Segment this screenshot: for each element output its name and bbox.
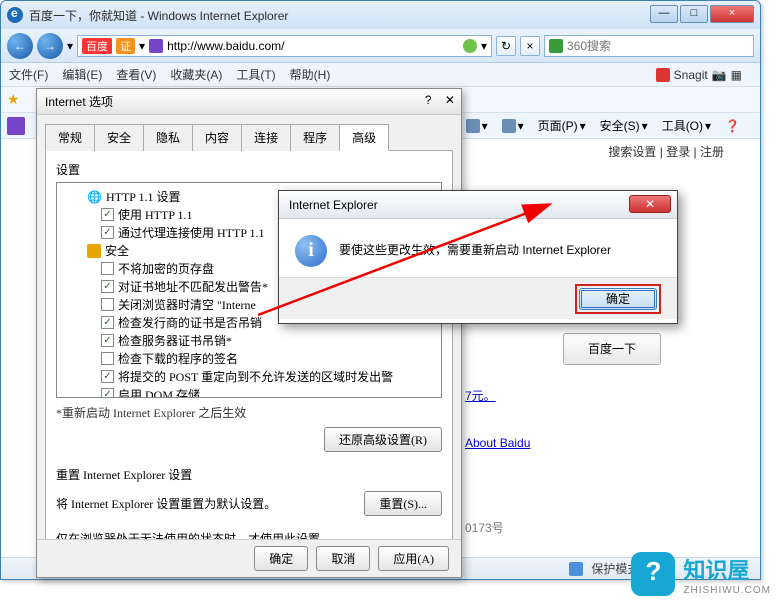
messagebox-text: 要使这些更改生效，需要重新启动 Internet Explorer — [339, 235, 611, 258]
max-button[interactable]: □ — [680, 5, 708, 23]
tab-baidu[interactable] — [7, 117, 25, 135]
page-menu[interactable]: 页面(P) ▾ — [534, 115, 590, 136]
forward-button[interactable]: → — [37, 33, 63, 59]
menubar: 文件(F) 编辑(E) 查看(V) 收藏夹(A) 工具(T) 帮助(H) Sna… — [1, 63, 760, 87]
checkbox[interactable] — [101, 352, 114, 365]
apply-button[interactable]: 应用(A) — [378, 546, 449, 571]
cancel-button[interactable]: 取消 — [316, 546, 370, 571]
checkbox[interactable]: ✓ — [101, 226, 114, 239]
dialog-tabs: 常规 安全 隐私 内容 连接 程序 高级 — [45, 123, 453, 151]
watermark-logo: 知识屋 ZHISHIWU.COM — [631, 552, 771, 596]
dropdown-icon[interactable]: ▾ — [481, 39, 487, 53]
window-title: 百度一下，你就知道 - Windows Internet Explorer — [29, 7, 288, 24]
refresh-button[interactable]: ↻ — [496, 36, 516, 56]
tab-programs[interactable]: 程序 — [290, 124, 340, 151]
print-icon — [502, 119, 516, 133]
help-button[interactable]: ❓ — [721, 117, 744, 135]
search-box[interactable] — [544, 35, 754, 57]
site-icon — [149, 39, 163, 53]
reset-button[interactable]: 重置(S)... — [364, 491, 442, 516]
titlebar[interactable]: 百度一下，你就知道 - Windows Internet Explorer — … — [1, 1, 760, 29]
restore-defaults-button[interactable]: 还原高级设置(R) — [324, 427, 442, 452]
menu-help[interactable]: 帮助(H) — [290, 66, 331, 83]
back-button[interactable]: ← — [7, 33, 33, 59]
tab-content[interactable]: 内容 — [192, 124, 242, 151]
dropdown-icon[interactable]: ▾ — [139, 39, 145, 53]
tab-privacy[interactable]: 隐私 — [143, 124, 193, 151]
menu-file[interactable]: 文件(F) — [9, 66, 48, 83]
secure-icon — [463, 39, 477, 53]
cert-badge: 证 — [116, 38, 135, 54]
reset-heading: 重置 Internet Explorer 设置 — [56, 466, 442, 483]
address-bar[interactable]: 百度 证 ▾ ▾ — [77, 35, 492, 57]
info-icon: i — [295, 235, 327, 267]
dialog-help-icon[interactable]: ? ✕ — [425, 93, 455, 107]
ok-highlight: 确定 — [575, 284, 661, 314]
internet-options-dialog: Internet 选项 ? ✕ 常规 安全 隐私 内容 连接 程序 高级 设置 … — [36, 88, 462, 578]
link-1[interactable]: 7元。 — [465, 387, 530, 404]
checkbox[interactable]: ✓ — [101, 280, 114, 293]
url-input[interactable] — [167, 39, 459, 53]
tools-menu[interactable]: 工具(O) ▾ — [658, 115, 715, 136]
dropdown-icon[interactable]: ▾ — [67, 39, 73, 53]
print-button[interactable]: ▾ — [498, 117, 528, 135]
settings-label: 设置 — [56, 161, 442, 178]
checkbox[interactable]: ✓ — [101, 388, 114, 398]
checkbox[interactable]: ✓ — [101, 334, 114, 347]
close-button[interactable]: × — [710, 5, 754, 23]
logo-cn: 知识屋 — [683, 553, 771, 585]
dialog-buttons: 确定 取消 应用(A) — [37, 539, 461, 577]
restart-messagebox: Internet Explorer ✕ i 要使这些更改生效，需要重新启动 In… — [278, 190, 678, 324]
messagebox-close[interactable]: ✕ — [629, 195, 671, 213]
checkbox[interactable]: ✓ — [101, 316, 114, 329]
globe-icon: 🌐 — [87, 190, 102, 204]
search-input[interactable] — [567, 39, 749, 53]
snagit-icon — [656, 68, 670, 82]
checkbox[interactable]: ✓ — [101, 208, 114, 221]
ok-button[interactable]: 确定 — [254, 546, 308, 571]
tab-security[interactable]: 安全 — [94, 124, 144, 151]
min-button[interactable]: — — [650, 5, 678, 23]
baidu-badge: 百度 — [82, 38, 112, 54]
dialog-title[interactable]: Internet 选项 ? ✕ — [37, 89, 461, 115]
icp-text: 0173号 — [465, 519, 504, 536]
messagebox-ok-button[interactable]: 确定 — [579, 288, 657, 310]
reset-text: 将 Internet Explorer 设置重置为默认设置。 — [56, 495, 356, 512]
shield-icon — [569, 562, 583, 576]
favorites-icon[interactable]: ★ — [7, 91, 20, 108]
menu-view[interactable]: 查看(V) — [116, 66, 156, 83]
search-icon — [549, 39, 563, 53]
baidu-search-button[interactable]: 百度一下 — [563, 333, 661, 365]
link-about[interactable]: About Baidu — [465, 436, 530, 450]
snagit-toolbar[interactable]: Snagit📷▦ — [656, 68, 742, 82]
safety-menu[interactable]: 安全(S) ▾ — [596, 115, 652, 136]
home-icon — [466, 119, 480, 133]
logo-en: ZHISHIWU.COM — [683, 585, 771, 596]
logo-icon — [631, 552, 675, 596]
tab-connections[interactable]: 连接 — [241, 124, 291, 151]
stop-button[interactable]: × — [520, 36, 540, 56]
menu-edit[interactable]: 编辑(E) — [62, 66, 102, 83]
checkbox[interactable] — [101, 262, 114, 275]
ie-icon — [7, 7, 23, 23]
restart-note: *重新启动 Internet Explorer 之后生效 — [56, 404, 442, 421]
top-links[interactable]: 搜索设置 | 登录 | 注册 — [608, 143, 724, 160]
lock-icon — [87, 244, 101, 258]
checkbox[interactable] — [101, 298, 114, 311]
checkbox[interactable]: ✓ — [101, 370, 114, 383]
menu-fav[interactable]: 收藏夹(A) — [170, 66, 222, 83]
menu-tools[interactable]: 工具(T) — [236, 66, 275, 83]
tab-advanced[interactable]: 高级 — [339, 124, 389, 151]
nav-row: ← → ▾ 百度 证 ▾ ▾ ↻ × — [1, 29, 760, 63]
messagebox-title[interactable]: Internet Explorer ✕ — [279, 191, 677, 219]
home-button[interactable]: ▾ — [462, 117, 492, 135]
tab-general[interactable]: 常规 — [45, 124, 95, 151]
